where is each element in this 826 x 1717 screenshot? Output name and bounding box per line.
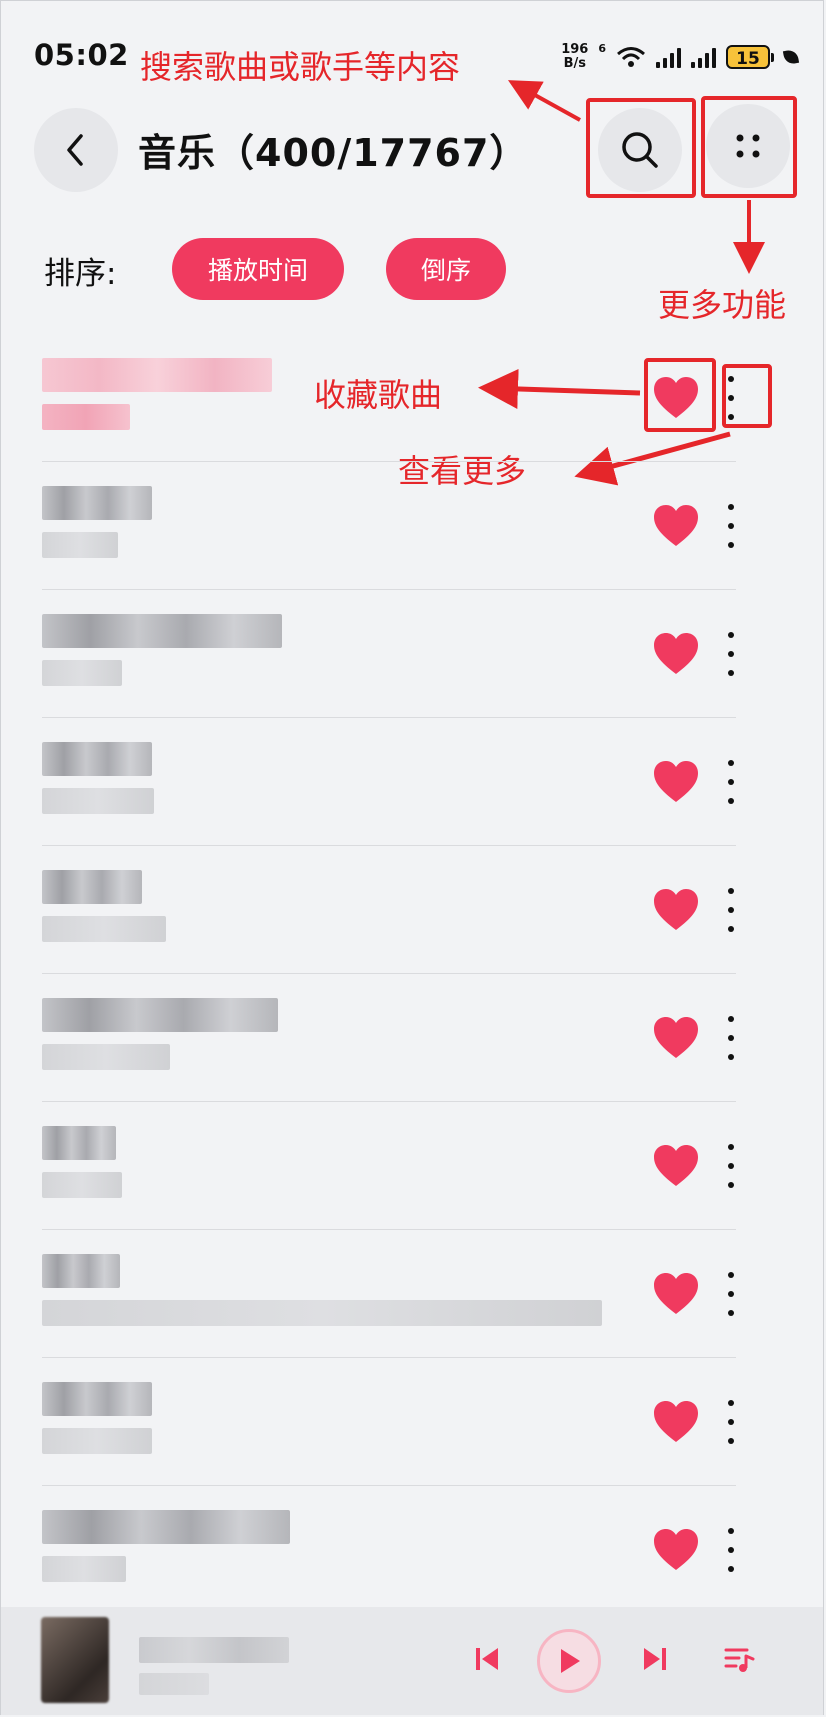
playlist-icon [724, 1648, 755, 1672]
song-row[interactable] [42, 590, 736, 718]
next-icon [644, 1648, 666, 1670]
play-icon [561, 1649, 580, 1673]
album-cover[interactable] [41, 1617, 109, 1703]
song-artist-blurred [42, 532, 118, 558]
song-title-blurred [42, 998, 278, 1032]
song-row[interactable] [42, 718, 736, 846]
song-row[interactable] [42, 1230, 736, 1358]
more-options-icon[interactable] [724, 376, 738, 420]
play-ring [537, 1629, 601, 1693]
song-artist-blurred [42, 660, 122, 686]
song-row[interactable] [42, 974, 736, 1102]
song-artist-blurred [42, 1044, 170, 1070]
favorite-heart-icon[interactable] [652, 1016, 700, 1060]
more-options-icon[interactable] [724, 632, 738, 676]
more-options-icon[interactable] [724, 760, 738, 804]
more-options-icon[interactable] [724, 1144, 738, 1188]
sort-play-time-button[interactable]: 播放时间 [172, 238, 344, 300]
more-options-icon[interactable] [724, 1400, 738, 1444]
previous-button[interactable] [467, 1639, 507, 1679]
song-artist-blurred [42, 1300, 602, 1326]
song-row[interactable] [42, 462, 736, 590]
song-title-blurred [42, 1254, 120, 1288]
favorite-heart-icon[interactable] [652, 1528, 700, 1572]
favorite-heart-icon[interactable] [652, 1272, 700, 1316]
sort-reverse-button[interactable]: 倒序 [386, 238, 506, 300]
song-row[interactable] [42, 334, 736, 462]
song-artist-blurred [42, 1556, 126, 1582]
favorite-heart-icon[interactable] [652, 1144, 700, 1188]
song-artist-blurred [42, 1172, 122, 1198]
song-title-blurred [42, 1126, 116, 1160]
song-artist-blurred [42, 916, 166, 942]
song-row[interactable] [42, 846, 736, 974]
favorite-heart-icon[interactable] [652, 1400, 700, 1444]
song-row[interactable] [42, 1358, 736, 1486]
more-options-icon[interactable] [724, 1272, 738, 1316]
more-options-icon[interactable] [724, 1016, 738, 1060]
mini-player[interactable] [1, 1607, 823, 1715]
favorite-heart-icon[interactable] [652, 504, 700, 548]
song-artist-blurred [42, 788, 154, 814]
song-artist-blurred [42, 404, 130, 430]
favorite-heart-icon[interactable] [652, 632, 700, 676]
previous-icon [476, 1648, 498, 1670]
song-title-blurred [42, 1382, 152, 1416]
more-options-icon[interactable] [724, 888, 738, 932]
favorite-heart-icon[interactable] [652, 760, 700, 804]
next-button[interactable] [635, 1639, 675, 1679]
song-artist-blurred [42, 1428, 152, 1454]
song-title-blurred [42, 486, 152, 520]
favorite-heart-icon[interactable] [652, 888, 700, 932]
play-button[interactable] [537, 1629, 601, 1693]
more-options-icon[interactable] [724, 504, 738, 548]
song-title-blurred [42, 358, 272, 392]
now-playing-artist-blurred [139, 1673, 209, 1695]
sort-label: 排序: [44, 256, 117, 292]
song-title-blurred [42, 742, 152, 776]
song-title-blurred [42, 614, 282, 648]
now-playing-title-blurred [139, 1637, 289, 1663]
song-title-blurred [42, 870, 142, 904]
more-options-icon[interactable] [724, 1528, 738, 1572]
song-row[interactable] [42, 1102, 736, 1230]
playlist-button[interactable] [719, 1639, 759, 1679]
song-title-blurred [42, 1510, 290, 1544]
favorite-heart-icon[interactable] [652, 376, 700, 420]
song-row[interactable] [42, 1486, 736, 1614]
